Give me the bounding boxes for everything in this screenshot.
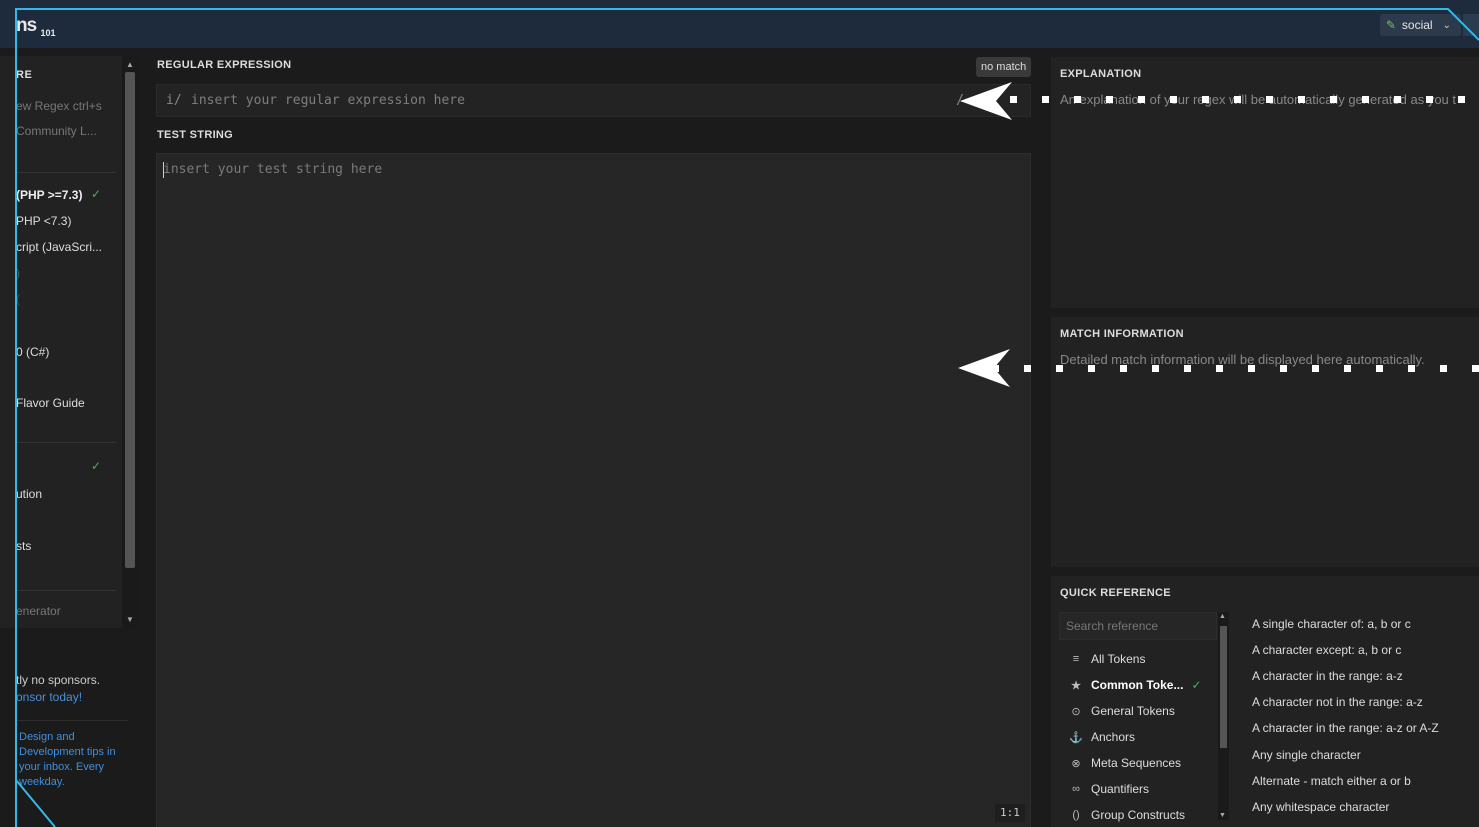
scroll-down-icon[interactable]: ▼ bbox=[126, 615, 134, 624]
sponsor-note: tly no sponsors. onsor today! bbox=[16, 672, 134, 706]
wrench-icon: ✎ bbox=[1385, 18, 1396, 32]
scroll-up-icon[interactable]: ▲ bbox=[126, 60, 134, 69]
social-label: social bbox=[1401, 18, 1433, 32]
match-info-title: MATCH INFORMATION bbox=[1060, 328, 1184, 340]
sidebar-item-python[interactable]: ) bbox=[16, 266, 20, 280]
dotted-line bbox=[992, 365, 1479, 373]
sidebar-item-ecmascript[interactable]: cript (JavaScri... bbox=[16, 240, 102, 254]
reference-item[interactable]: Any whitespace character bbox=[1252, 800, 1389, 814]
scroll-up-icon[interactable]: ▲ bbox=[1219, 613, 1226, 620]
chevron-down-icon: ⌄ bbox=[1442, 19, 1451, 31]
quantifier-icon: ∞ bbox=[1072, 783, 1080, 795]
anchor-icon: ⚓ bbox=[1069, 731, 1083, 744]
sidebar-scrollbar[interactable]: ▲ ▼ bbox=[122, 56, 138, 628]
sidebar-section-title: RE bbox=[16, 69, 33, 81]
target-icon: ⊙ bbox=[1071, 705, 1081, 718]
sponsor-text: tly no sponsors. bbox=[16, 673, 101, 687]
social-dropdown[interactable]: ✎ social ⌄ bbox=[1379, 14, 1461, 36]
group-icon: () bbox=[1072, 809, 1080, 821]
reference-item[interactable]: A character in the range: a-z or A-Z bbox=[1252, 721, 1439, 735]
check-icon: ✓ bbox=[1191, 678, 1202, 692]
sidebar-item-unit-tests[interactable]: sts bbox=[16, 539, 31, 553]
scroll-thumb[interactable] bbox=[1220, 626, 1227, 748]
sidebar: RE ew Regex ctrl+s Community L... (PHP >… bbox=[0, 56, 122, 628]
reference-item[interactable]: A character not in the range: a-z bbox=[1252, 695, 1423, 709]
sidebar-divider bbox=[16, 590, 116, 591]
reference-item[interactable]: A single character of: a, b or c bbox=[1252, 617, 1411, 631]
explanation-panel: EXPLANATION An explanation of your regex… bbox=[1051, 57, 1479, 308]
sidebar-item-golang[interactable]: ( bbox=[16, 292, 20, 306]
ratio-badge: 1:1 bbox=[995, 804, 1025, 822]
regex-label: REGULAR EXPRESSION bbox=[157, 59, 292, 71]
app-frame: ns 101 ✎ social ⌄ RE ew Regex ctrl+s Com… bbox=[0, 0, 1479, 827]
category-meta-sequences[interactable]: ⊗ Meta Sequences bbox=[1069, 756, 1181, 770]
quick-reference-title: QUICK REFERENCE bbox=[1060, 587, 1171, 599]
category-common-tokens[interactable]: ★ Common Toke... ✓ bbox=[1069, 678, 1202, 692]
match-status-badge: no match bbox=[976, 57, 1032, 77]
scroll-thumb[interactable] bbox=[125, 72, 135, 568]
category-group-constructs[interactable]: () Group Constructs bbox=[1069, 808, 1185, 822]
sidebar-item-dotnet[interactable]: 0 (C#) bbox=[16, 345, 49, 359]
header-corner-box bbox=[1463, 14, 1479, 36]
regex-delimiter-start[interactable]: i/ bbox=[166, 93, 182, 108]
sponsor-link[interactable]: onsor today! bbox=[16, 689, 134, 706]
category-quantifiers[interactable]: ∞ Quantifiers bbox=[1069, 782, 1149, 796]
sidebar-item-pcre[interactable]: PHP <7.3) bbox=[16, 214, 71, 228]
sidebar-item-new-regex[interactable]: ew Regex ctrl+s bbox=[16, 99, 102, 113]
sidebar-item-pcre2[interactable]: (PHP >=7.3) bbox=[16, 188, 82, 202]
sidebar-item-code-generator[interactable]: enerator bbox=[16, 604, 61, 618]
ad-divider bbox=[16, 720, 128, 721]
regex-input[interactable]: i/ insert your regular expression here / bbox=[156, 84, 1031, 117]
quick-reference-panel: QUICK REFERENCE Search reference ≡ All To… bbox=[1051, 576, 1479, 827]
reference-item[interactable]: A character except: a, b or c bbox=[1252, 643, 1401, 657]
ad-link[interactable]: Design and Development tips in your inbo… bbox=[19, 730, 127, 790]
reference-item[interactable]: Alternate - match either a or b bbox=[1252, 774, 1411, 788]
reference-item[interactable]: Any single character bbox=[1252, 748, 1361, 762]
text-caret bbox=[163, 162, 164, 178]
category-anchors[interactable]: ⚓ Anchors bbox=[1069, 730, 1135, 744]
sidebar-item-community[interactable]: Community L... bbox=[16, 124, 97, 138]
reference-search-input[interactable]: Search reference bbox=[1059, 612, 1217, 640]
dotted-line bbox=[1010, 96, 1479, 104]
test-string-input[interactable]: insert your test string here bbox=[156, 153, 1031, 827]
regex-placeholder: insert your regular expression here bbox=[191, 93, 465, 108]
sidebar-item-substitution[interactable]: ution bbox=[16, 487, 42, 501]
category-all-tokens[interactable]: ≡ All Tokens bbox=[1069, 652, 1146, 666]
reference-scrollbar[interactable]: ▲ ▼ bbox=[1218, 612, 1229, 820]
test-string-placeholder: insert your test string here bbox=[163, 162, 383, 177]
sidebar-item-flavor-guide[interactable]: Flavor Guide bbox=[16, 396, 85, 410]
explanation-title: EXPLANATION bbox=[1060, 68, 1142, 80]
logo[interactable]: ns 101 bbox=[16, 15, 56, 38]
meta-icon: ⊗ bbox=[1071, 757, 1081, 770]
stack-icon: ≡ bbox=[1072, 653, 1080, 665]
scroll-down-icon[interactable]: ▼ bbox=[1219, 812, 1226, 819]
match-info-panel: MATCH INFORMATION Detailed match informa… bbox=[1051, 317, 1479, 567]
sidebar-divider bbox=[16, 442, 116, 443]
check-icon: ✓ bbox=[91, 187, 102, 201]
category-general-tokens[interactable]: ⊙ General Tokens bbox=[1069, 704, 1174, 718]
top-bar: ns 101 ✎ social ⌄ bbox=[0, 0, 1479, 48]
check-icon: ✓ bbox=[91, 459, 102, 473]
test-string-label: TEST STRING bbox=[157, 129, 234, 141]
star-icon: ★ bbox=[1071, 679, 1081, 692]
reference-item[interactable]: A character in the range: a-z bbox=[1252, 669, 1403, 683]
sidebar-divider bbox=[16, 172, 116, 173]
